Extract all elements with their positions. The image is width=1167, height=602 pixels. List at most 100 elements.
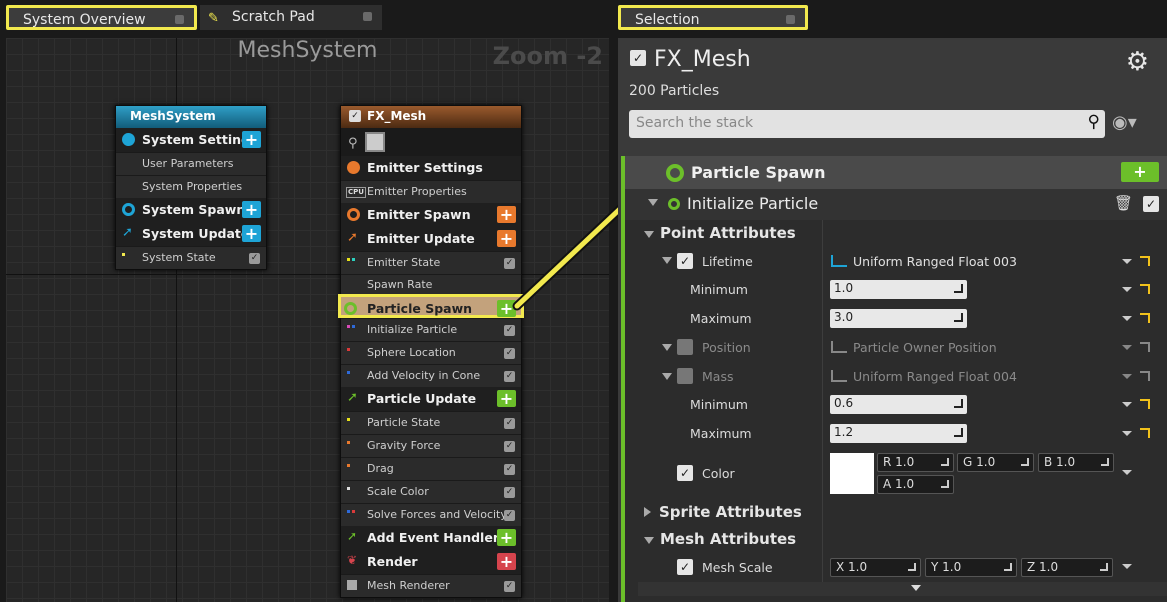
reset-icon[interactable] [1140, 256, 1150, 266]
enabled-checkbox[interactable]: ✓ [504, 418, 515, 429]
node-row-particle-spawn[interactable]: Particle Spawn + [338, 294, 524, 318]
mesh-attributes-header[interactable]: Mesh Attributes [644, 530, 796, 548]
color-g-field[interactable]: G 1.0 [957, 453, 1034, 472]
node-row[interactable]: Mesh Renderer ✓ [341, 574, 521, 597]
reset-icon[interactable] [1140, 284, 1150, 294]
enabled-checkbox[interactable]: ✓ [504, 510, 515, 521]
mass-checkbox[interactable] [677, 368, 693, 384]
node-row[interactable]: System State ✓ [116, 246, 266, 269]
node-row[interactable]: Drag ✓ [341, 457, 521, 480]
add-button[interactable]: + [497, 206, 516, 223]
node-row[interactable]: Emitter Spawn + [341, 203, 521, 227]
add-button[interactable]: + [497, 529, 516, 546]
node-row[interactable]: Scale Color ✓ [341, 480, 521, 503]
system-node[interactable]: MeshSystem System Settings + User Paramet… [115, 105, 267, 270]
dropdown-arrow-icon[interactable] [1122, 287, 1132, 292]
node-row[interactable]: ❦ Render + [341, 550, 521, 574]
add-button[interactable]: + [497, 553, 516, 570]
trash-icon[interactable]: 🗑 [1114, 194, 1133, 212]
expand-arrow-icon[interactable] [644, 507, 651, 517]
collapse-arrow-icon[interactable] [662, 373, 672, 380]
enabled-checkbox[interactable]: ✓ [249, 253, 260, 264]
lifetime-max-field[interactable]: 3.0 [830, 309, 967, 328]
lifetime-checkbox[interactable]: ✓ [677, 253, 693, 269]
node-row[interactable]: System Properties [116, 175, 266, 198]
node-row[interactable]: System Spawn + [116, 198, 266, 222]
node-row[interactable]: ➚ System Update + [116, 222, 266, 246]
collapse-arrow-icon[interactable] [662, 344, 672, 351]
mesh-scale-y-field[interactable]: Y 1.0 [925, 558, 1017, 577]
node-row[interactable]: System Settings + [116, 128, 266, 152]
node-row[interactable]: Solve Forces and Velocity ✓ [341, 503, 521, 526]
search-input[interactable]: Search the stack ⚲ [629, 110, 1105, 138]
tab-selection[interactable]: Selection [618, 5, 808, 30]
emitter-enabled-checkbox[interactable]: ✓ [630, 50, 646, 66]
reset-icon[interactable] [1140, 342, 1150, 352]
search-icon[interactable]: ⚲ [1088, 112, 1100, 132]
dropdown-arrow-icon[interactable] [1122, 470, 1132, 475]
enabled-checkbox[interactable]: ✓ [349, 110, 361, 122]
position-function[interactable]: Particle Owner Position [831, 340, 997, 355]
add-button[interactable]: + [242, 225, 261, 242]
lifetime-function[interactable]: Uniform Ranged Float 003 [831, 254, 1017, 269]
emitter-node[interactable]: ✓ FX_Mesh ⚲ Emitter Settings CPU Emitter … [338, 105, 524, 598]
enabled-checkbox[interactable]: ✓ [504, 487, 515, 498]
enabled-checkbox[interactable]: ✓ [504, 325, 515, 336]
add-button[interactable]: + [497, 390, 516, 407]
particle-spawn-group[interactable]: Particle Spawn + [625, 156, 1167, 189]
enabled-checkbox[interactable]: ✓ [504, 371, 515, 382]
pin-icon[interactable]: ⚲ [348, 133, 358, 155]
system-overview-graph[interactable]: MeshSystem Zoom -2 MeshSystem System Set… [6, 38, 609, 602]
expand-arrow-icon[interactable] [648, 199, 658, 206]
lifetime-min-field[interactable]: 1.0 [830, 280, 967, 299]
collapse-arrow-icon[interactable] [644, 537, 654, 544]
enabled-checkbox[interactable]: ✓ [504, 464, 515, 475]
reset-icon[interactable] [1140, 313, 1150, 323]
reset-icon[interactable] [1140, 371, 1150, 381]
sprite-attributes-header[interactable]: Sprite Attributes [644, 503, 802, 521]
dropdown-arrow-icon[interactable] [1122, 431, 1132, 436]
visibility-icon[interactable]: ◉▾ [1112, 112, 1137, 133]
collapse-arrow-icon[interactable] [644, 231, 654, 238]
node-row[interactable]: Emitter Settings [341, 156, 521, 180]
node-row[interactable]: ➚ Emitter Update + [341, 227, 521, 251]
gear-icon[interactable]: ⚙ [1126, 47, 1149, 77]
reset-icon[interactable] [1140, 428, 1150, 438]
node-row[interactable]: Add Velocity in Cone ✓ [341, 364, 521, 387]
dropdown-arrow-icon[interactable] [1122, 374, 1132, 379]
collapse-arrow-icon[interactable] [662, 257, 672, 264]
color-checkbox[interactable]: ✓ [677, 465, 693, 481]
add-button[interactable]: + [497, 230, 516, 247]
color-swatch[interactable] [830, 453, 874, 494]
dropdown-arrow-icon[interactable] [1122, 259, 1132, 264]
tab-system-overview[interactable]: System Overview [6, 5, 197, 30]
add-module-button[interactable]: + [1121, 162, 1159, 182]
node-row[interactable]: Particle State ✓ [341, 411, 521, 434]
dropdown-arrow-icon[interactable] [1122, 345, 1132, 350]
node-row[interactable]: Gravity Force ✓ [341, 434, 521, 457]
module-header[interactable]: Initialize Particle 🗑 ✓ [625, 189, 1167, 220]
mass-min-field[interactable]: 0.6 [830, 395, 967, 414]
close-icon[interactable] [363, 12, 372, 21]
enabled-checkbox[interactable]: ✓ [504, 348, 515, 359]
dropdown-arrow-icon[interactable] [1122, 564, 1132, 569]
node-row[interactable]: User Parameters [116, 152, 266, 175]
enabled-checkbox[interactable]: ✓ [504, 441, 515, 452]
enabled-checkbox[interactable]: ✓ [504, 581, 515, 592]
add-button[interactable]: + [242, 131, 261, 148]
mesh-scale-z-field[interactable]: Z 1.0 [1021, 558, 1113, 577]
color-b-field[interactable]: B 1.0 [1038, 453, 1114, 472]
scroll-down-bar[interactable] [638, 582, 1167, 596]
node-row[interactable]: Initialize Particle ✓ [341, 318, 521, 341]
tab-scratch-pad[interactable]: ✎ Scratch Pad [200, 5, 382, 30]
mesh-scale-checkbox[interactable]: ✓ [677, 559, 693, 575]
node-row[interactable]: Sphere Location ✓ [341, 341, 521, 364]
dropdown-arrow-icon[interactable] [1122, 402, 1132, 407]
point-attributes-header[interactable]: Point Attributes [644, 224, 796, 242]
add-button[interactable]: + [242, 201, 261, 218]
node-row[interactable]: Emitter State ✓ [341, 251, 521, 274]
mass-max-field[interactable]: 1.2 [830, 424, 967, 443]
enabled-checkbox[interactable]: ✓ [504, 258, 515, 269]
reset-icon[interactable] [1140, 399, 1150, 409]
color-r-field[interactable]: R 1.0 [877, 453, 954, 472]
